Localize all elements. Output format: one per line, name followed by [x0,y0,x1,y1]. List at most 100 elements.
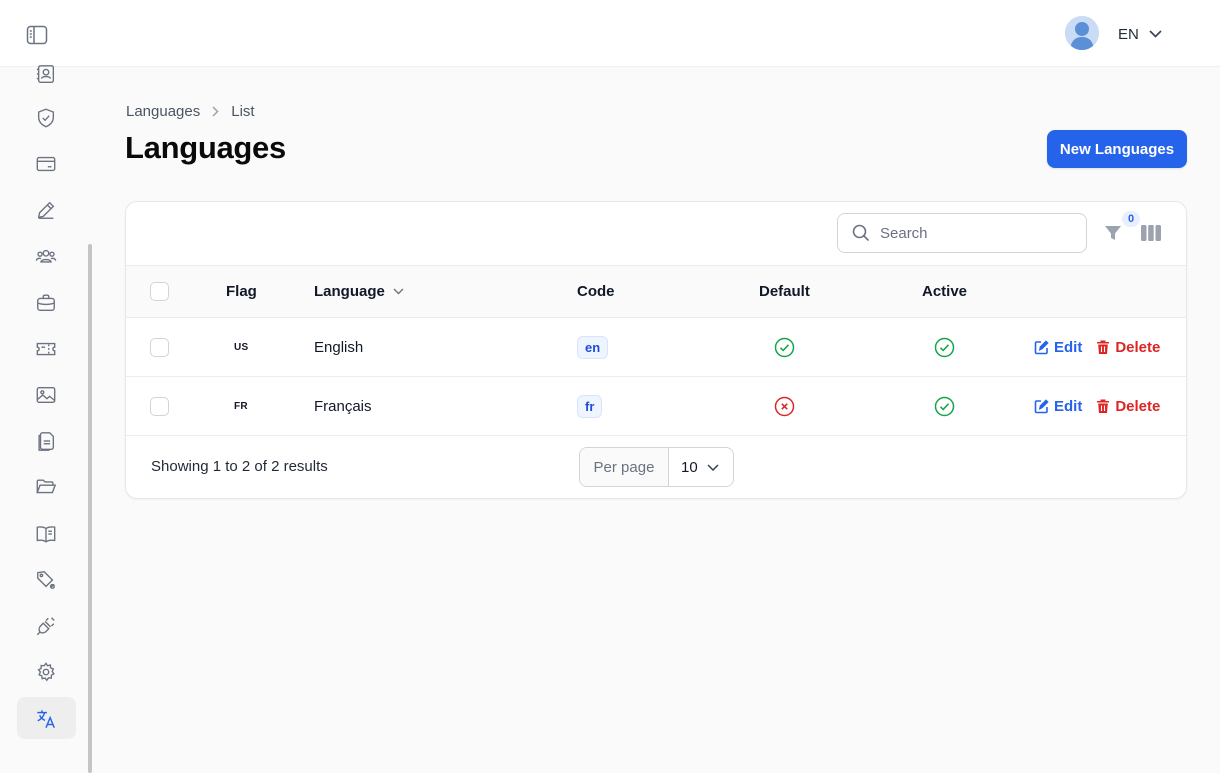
row-select-cell [150,318,169,376]
credit-card-icon [36,156,56,172]
breadcrumb-item-list: List [231,102,255,120]
user-avatar-icon [1065,16,1099,50]
code-cell: fr [577,377,603,435]
column-header-code: Code [577,283,615,300]
languages-table-card: 0 Flag Language Code Default Active US [125,201,1187,499]
columns-icon [1141,225,1161,241]
sidebar-item-languages[interactable] [30,703,62,735]
sidebar-toggle-button[interactable] [24,22,50,48]
locale-label: EN [1118,25,1139,43]
flag-cell: FR [234,377,248,435]
book-icon [36,526,56,543]
table-header: Flag Language Code Default Active [126,266,1186,318]
sidebar-item-users[interactable] [30,240,62,272]
sidebar-item-integrations[interactable] [30,610,62,642]
settings-icon [37,662,55,682]
documents-icon [38,432,55,451]
code-badge: fr [577,394,603,418]
sidebar-item-documents[interactable] [30,425,62,457]
new-language-button[interactable]: New Languages [1047,130,1187,168]
locale-switcher[interactable]: EN [1118,22,1162,46]
filter-icon [1105,226,1121,240]
sidebar-scrollbar[interactable] [88,244,92,773]
breadcrumb-item-languages[interactable]: Languages [126,103,200,120]
search-box[interactable] [837,213,1087,253]
image-icon [36,386,56,404]
row-checkbox[interactable] [150,396,169,416]
folder-open-icon [36,479,57,494]
shield-icon [37,108,55,128]
filter-count-badge: 0 [1122,211,1140,227]
edit-icon [1034,398,1049,413]
delete-button[interactable]: Delete [1096,339,1160,356]
sidebar-item-media[interactable] [30,379,62,411]
check-circle-icon [934,396,955,416]
search-input[interactable] [880,224,1070,242]
sidebar-item-files[interactable] [30,471,62,503]
page-title: Languages [125,130,286,165]
default-cell [774,377,795,435]
delete-button[interactable]: Delete [1096,398,1160,415]
breadcrumb: Languages List [126,101,255,121]
x-circle-icon [774,396,795,416]
sidebar-item-security[interactable] [30,102,62,134]
translate-icon [37,710,55,728]
sidebar-item-settings[interactable] [30,656,62,688]
edit-button[interactable]: Edit [1034,339,1082,356]
user-avatar[interactable] [1065,16,1099,50]
tags-icon [37,571,55,589]
plug-icon [36,617,55,636]
pencil-icon [37,201,55,219]
per-page-value: 10 [681,458,698,476]
results-summary: Showing 1 to 2 of 2 results [151,458,328,475]
code-cell: en [577,318,609,376]
edit-icon [1034,339,1049,354]
sidebar-item-editor[interactable] [30,194,62,226]
columns-toggle-button[interactable] [1140,223,1162,243]
column-header-flag: Flag [226,283,257,300]
contacts-icon [36,65,55,83]
default-cell [774,318,795,376]
table-toolbar: 0 [126,202,1186,266]
select-all-cell [150,266,169,317]
table-row: FR Français fr Edit Delete [126,377,1186,436]
language-cell: Français [314,397,372,415]
chevron-right-icon [212,105,219,117]
column-header-language-label: Language [314,283,385,300]
sidebar-item-docs[interactable] [30,518,62,550]
sidebar-item-jobs[interactable] [30,287,62,319]
sort-chevron-down-icon [393,288,404,295]
edit-label: Edit [1054,397,1083,415]
per-page-label: Per page [580,448,669,486]
select-all-checkbox[interactable] [150,282,169,301]
column-header-language[interactable]: Language [314,266,404,317]
table-row: US English en Edit Delete [126,318,1186,377]
trash-icon [1097,399,1110,413]
per-page-select[interactable]: 10 [669,448,733,486]
row-select-cell [150,377,169,435]
ticket-icon [36,342,56,356]
chevron-down-icon [1149,30,1162,38]
language-cell: English [314,338,364,356]
check-circle-icon [934,337,955,357]
sidebar-item-contacts[interactable] [30,58,62,90]
per-page-control: Per page 10 [579,447,734,487]
check-circle-icon [774,337,795,357]
column-header-active: Active [922,283,968,300]
edit-label: Edit [1054,338,1083,356]
languages-table: Flag Language Code Default Active US Eng… [126,266,1186,436]
sidebar-item-tickets[interactable] [30,333,62,365]
trash-icon [1097,340,1110,354]
sidebar-item-payments[interactable] [30,148,62,180]
sidebar-item-discounts[interactable] [30,564,62,596]
top-bar: EN [0,0,1220,67]
flag-cell: US [234,318,249,376]
edit-button[interactable]: Edit [1034,398,1082,415]
row-checkbox[interactable] [150,337,169,357]
filter-button[interactable] [1102,222,1124,244]
flag-us: US [234,341,249,353]
search-icon [852,224,870,242]
sidebar-panel-icon [26,25,48,45]
delete-label: Delete [1115,338,1161,356]
briefcase-icon [37,294,55,312]
